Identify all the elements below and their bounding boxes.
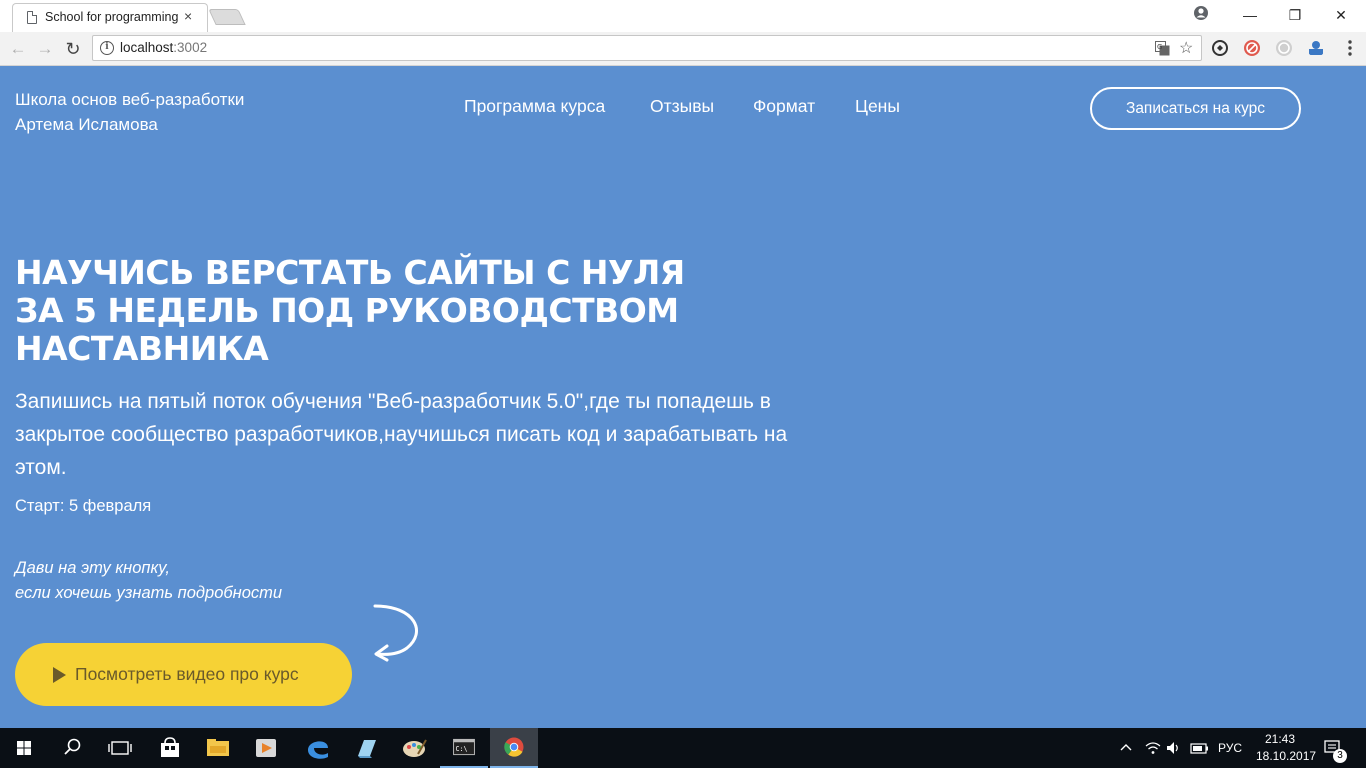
nav-item-prices[interactable]: Цены <box>855 96 900 117</box>
start-date: Старт: 5 февраля <box>15 497 152 515</box>
bookmark-star-icon[interactable]: ☆ <box>1179 38 1193 58</box>
svg-text:C:\: C:\ <box>455 745 467 753</box>
address-bar[interactable]: i localhost:3002 G ☆ <box>92 35 1202 61</box>
blocker-extension-icon[interactable] <box>1243 39 1261 57</box>
volume-icon[interactable] <box>1165 739 1183 757</box>
browser-tab-strip: School for programming × — ❐ ✕ <box>0 0 1366 32</box>
watch-video-button[interactable]: Посмотреть видео про курс <box>15 643 352 706</box>
battery-icon[interactable] <box>1190 740 1210 756</box>
url-text[interactable]: localhost:3002 <box>120 40 207 55</box>
clock-time[interactable]: 21:43 <box>1265 732 1295 746</box>
profile-icon[interactable] <box>1193 5 1209 21</box>
nav-item-program[interactable]: Программа курса <box>464 96 605 117</box>
tab-title: School for programming <box>45 10 179 24</box>
paint-app-icon[interactable] <box>390 728 438 768</box>
input-language[interactable]: РУС <box>1218 741 1242 755</box>
translate-icon[interactable]: G <box>1155 41 1170 56</box>
minimize-button[interactable]: — <box>1227 2 1273 28</box>
hint-line-1: Дави на эту кнопку, <box>15 559 170 577</box>
brand-line-1: Школа основ веб-разработки <box>15 90 245 109</box>
task-view-icon[interactable] <box>96 728 144 768</box>
brand-line-2: Артема Исламова <box>15 115 158 134</box>
hero-title-line-1: Научись верстать сайты с нуля <box>15 253 685 292</box>
windows-taskbar: C:\ РУС 21:43 18.10.2017 3 <box>0 728 1366 768</box>
browser-toolbar: ← → ↻ i localhost:3002 G ☆ <box>0 32 1366 66</box>
nav-item-reviews[interactable]: Отзывы <box>650 96 714 117</box>
curved-arrow-icon <box>373 604 418 662</box>
document-icon <box>27 11 37 24</box>
close-window-button[interactable]: ✕ <box>1318 2 1364 28</box>
chrome-browser-icon[interactable] <box>490 728 538 768</box>
landing-page: Школа основ веб-разработки Артема Исламо… <box>0 67 1366 728</box>
store-icon[interactable] <box>146 728 194 768</box>
user-extension-icon[interactable] <box>1307 39 1325 57</box>
hero-subtitle: Запишись на пятый поток обучения "Веб-ра… <box>15 390 788 479</box>
hint-line-2: если хочешь узнать подробности <box>15 584 283 602</box>
wifi-icon[interactable] <box>1144 739 1162 757</box>
info-icon[interactable]: i <box>100 41 114 55</box>
signup-button[interactable]: Записаться на курс <box>1090 87 1301 130</box>
hero-title: Научись верстать сайты с нуля за 5 недел… <box>15 254 715 368</box>
disabled-extension-icon[interactable] <box>1275 39 1293 57</box>
forward-button[interactable]: → <box>33 37 57 61</box>
browser-tab[interactable]: School for programming × <box>12 3 208 32</box>
new-tab-button[interactable] <box>208 9 246 25</box>
restore-button[interactable]: ❐ <box>1272 2 1318 28</box>
nav-item-format[interactable]: Формат <box>753 96 815 117</box>
file-explorer-icon[interactable] <box>194 728 242 768</box>
reload-button[interactable]: ↻ <box>61 37 85 61</box>
watch-video-label: Посмотреть видео про курс <box>75 664 299 684</box>
hero-title-line-2: за 5 недель под руководством <box>15 291 679 330</box>
media-player-icon[interactable] <box>242 728 290 768</box>
chevron-up-icon[interactable] <box>1119 741 1133 755</box>
notification-count-badge: 3 <box>1333 749 1347 763</box>
clock-date[interactable]: 18.10.2017 <box>1256 749 1316 763</box>
windows-start-icon[interactable] <box>0 728 48 768</box>
hero-title-line-3: наставника <box>15 329 269 368</box>
brand-logo-text[interactable]: Школа основ веб-разработки Артема Исламо… <box>15 87 244 137</box>
play-icon <box>53 667 66 683</box>
sync-extension-icon[interactable] <box>1211 39 1229 57</box>
tab-close-icon[interactable]: × <box>184 8 192 24</box>
svg-text:G: G <box>1157 43 1162 51</box>
back-button[interactable]: ← <box>6 37 30 61</box>
command-prompt-icon[interactable]: C:\ <box>440 728 488 768</box>
menu-kebab-icon[interactable] <box>1341 39 1359 57</box>
search-icon[interactable] <box>48 728 96 768</box>
edge-browser-icon[interactable] <box>294 728 342 768</box>
notepad-app-icon[interactable] <box>342 728 390 768</box>
video-hint: Дави на эту кнопку, если хочешь узнать п… <box>15 556 282 606</box>
